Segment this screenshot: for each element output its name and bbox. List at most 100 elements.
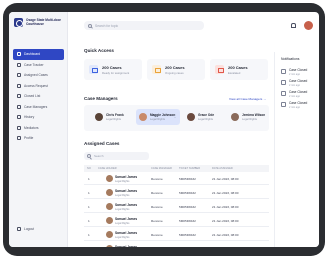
case-manager-avatar xyxy=(95,113,103,121)
case-holder-name: Samuel James xyxy=(115,175,138,179)
notification-text: Case Closed 2 min ago xyxy=(289,79,307,87)
case-holder-name: Samuel James xyxy=(115,231,138,235)
sidebar-item-closed-list[interactable]: Closed List xyxy=(13,91,64,102)
view-all-case-managers-link[interactable]: View all Case Managers → xyxy=(229,97,266,101)
case-manager-card[interactable]: Maggie Johnson Legal Rights ⋮ xyxy=(136,109,180,125)
case-holder: Samuel JamesLegal Rights xyxy=(115,175,137,183)
notification-title: Case Closed xyxy=(289,79,308,83)
case-holder: Samuel JamesLegal Rights xyxy=(115,203,137,211)
sidebar-item-case-managers[interactable]: Case Managers xyxy=(13,102,64,113)
notification-item[interactable]: Case Closed 2 min ago xyxy=(281,101,307,109)
sidebar-item-profile[interactable]: Profile xyxy=(13,133,64,144)
search-placeholder: Search for topic xyxy=(95,23,119,28)
sidebar: Osage State Multi-door Courthouse Dashbo… xyxy=(9,12,68,247)
case-manager-card[interactable]: Chris Frank Legal Rights xyxy=(92,109,136,125)
case-holder: Samuel JamesLegal Rights xyxy=(115,231,137,239)
case-manager-card[interactable]: Grace Ode Legal Rights xyxy=(184,109,228,125)
case-manager-text: Jemima Wilson Legal Rights xyxy=(242,113,265,121)
date-assigned-cell: 21 Jan 2023, 08:00 xyxy=(212,177,239,181)
table-row[interactable]: 1Samuel JamesLegal RightsRenome5M05D8432… xyxy=(84,173,269,185)
case-holder-avatar xyxy=(106,231,113,238)
case-holder-avatar xyxy=(106,203,113,210)
notification-item[interactable]: Case Closed 2 min ago xyxy=(281,79,307,87)
case-holder-name: Samuel James xyxy=(115,217,138,221)
cases-search-input[interactable]: Search xyxy=(84,152,149,160)
table-row[interactable]: 1Samuel JamesLegal RightsRenome5M05D8432… xyxy=(84,215,269,227)
quick-access-count: 200 Cases xyxy=(228,64,248,70)
dashboard-icon xyxy=(17,52,21,57)
case-holder-name: Samuel James xyxy=(115,203,138,207)
quick-access-card[interactable]: 200 Cases Ongoing cases xyxy=(147,59,205,80)
quick-access-label: Ready for assignment xyxy=(102,70,130,75)
case-manager-text: Grace Ode Legal Rights xyxy=(198,113,214,121)
sidebar-item-mediators[interactable]: Mediators xyxy=(13,123,64,134)
case-manager-role: Legal Rights xyxy=(198,118,213,121)
quick-access-card[interactable]: 200 Cases Ready for assignment xyxy=(84,59,142,80)
ticket-number-cell: 5M05D8432 xyxy=(179,233,196,237)
case-manager-role: Legal Rights xyxy=(242,118,257,121)
case-holder-role: Legal Rights xyxy=(115,235,130,239)
notification-time: 2 min ago xyxy=(289,83,300,87)
case-manager-cell: Renome xyxy=(151,177,163,181)
quick-access-title: Quick Access xyxy=(84,48,114,53)
table-row[interactable]: 1Samuel JamesLegal RightsRenome5M05D8432… xyxy=(84,201,269,213)
date-assigned-cell: 21 Jan 2023, 08:00 xyxy=(212,191,239,195)
user-avatar[interactable] xyxy=(304,21,313,30)
sidebar-item-label: Mediators xyxy=(24,125,39,130)
app-logo: Osage State Multi-door Courthouse xyxy=(14,18,68,27)
notification-text: Case Closed 2 min ago xyxy=(289,90,307,98)
case-folder-icon xyxy=(215,65,224,74)
sidebar-item-dashboard[interactable]: Dashboard xyxy=(13,49,64,60)
table-header: No Case Holder Case Manager Ticket Number Da… xyxy=(84,165,269,172)
mediators-icon xyxy=(17,125,21,130)
sidebar-item-case-tracker[interactable]: Case Tracker xyxy=(13,60,64,71)
column-header: Date Assigned xyxy=(212,167,233,170)
document-icon xyxy=(281,80,286,86)
cases-search-placeholder: Search xyxy=(94,154,104,158)
case-managers-title: Case Managers xyxy=(84,96,118,101)
case-holder-name: Samuel James xyxy=(115,245,138,247)
app-screen: Osage State Multi-door Courthouse Dashbo… xyxy=(9,12,319,247)
quick-access-label: Escalated xyxy=(228,70,241,75)
notification-item[interactable]: Case Closed 2 min ago xyxy=(281,68,307,76)
search-input[interactable]: Search for topic xyxy=(84,21,204,30)
table-row[interactable]: 1Samuel JamesLegal RightsRenome5M05D8432… xyxy=(84,229,269,241)
bell-icon[interactable] xyxy=(291,23,296,28)
table-row[interactable]: 1Samuel JamesLegal RightsRenome5M05D8432… xyxy=(84,187,269,199)
logout-label: Logout xyxy=(24,227,35,231)
profile-icon xyxy=(17,136,21,141)
notification-text: Case Closed 2 min ago xyxy=(289,68,307,76)
notification-time: 2 min ago xyxy=(289,94,300,98)
case-holder-avatar xyxy=(106,217,113,224)
notification-item[interactable]: Case Closed 2 min ago xyxy=(281,90,307,98)
history-icon xyxy=(17,115,21,120)
quick-access-card[interactable]: 200 Cases Escalated xyxy=(210,59,268,80)
notification-time: 2 min ago xyxy=(289,105,300,109)
column-header: No xyxy=(87,167,91,170)
more-options-icon[interactable]: ⋮ xyxy=(173,114,177,118)
case-holder-avatar xyxy=(106,189,113,196)
case-manager-avatar xyxy=(187,113,195,121)
case-holder: Samuel JamesLegal Rights xyxy=(115,217,137,225)
sidebar-item-label: Assigned Cases xyxy=(24,73,48,78)
ticket-number-cell: 5M05D8432 xyxy=(179,205,196,209)
case-manager-name: Maggie Johnson xyxy=(150,113,176,117)
case-holder-avatar xyxy=(106,245,113,247)
closed-list-icon xyxy=(17,94,21,99)
table-row[interactable]: 1Samuel JamesLegal RightsRenome5M05D8432… xyxy=(84,243,269,247)
date-assigned-cell: 21 Jan 2023, 08:00 xyxy=(212,233,239,237)
case-manager-role: Legal Rights xyxy=(106,118,121,121)
row-number: 1 xyxy=(88,191,90,195)
sidebar-item-assigned-cases[interactable]: Assigned Cases xyxy=(13,70,64,81)
case-manager-cell: Renome xyxy=(151,219,163,223)
document-icon xyxy=(281,102,286,108)
sidebar-item-access-request[interactable]: Access Request xyxy=(13,81,64,92)
assigned-cases-title: Assigned Cases xyxy=(84,141,120,146)
case-manager-card[interactable]: Jemima Wilson Legal Rights xyxy=(228,109,272,125)
sidebar-item-history[interactable]: History xyxy=(13,112,64,123)
case-holder-role: Legal Rights xyxy=(115,207,130,211)
ticket-number-cell: 5M05D8432 xyxy=(179,191,196,195)
notification-time: 2 min ago xyxy=(289,72,300,76)
document-icon xyxy=(281,69,286,75)
logout-button[interactable]: Logout xyxy=(17,227,34,231)
